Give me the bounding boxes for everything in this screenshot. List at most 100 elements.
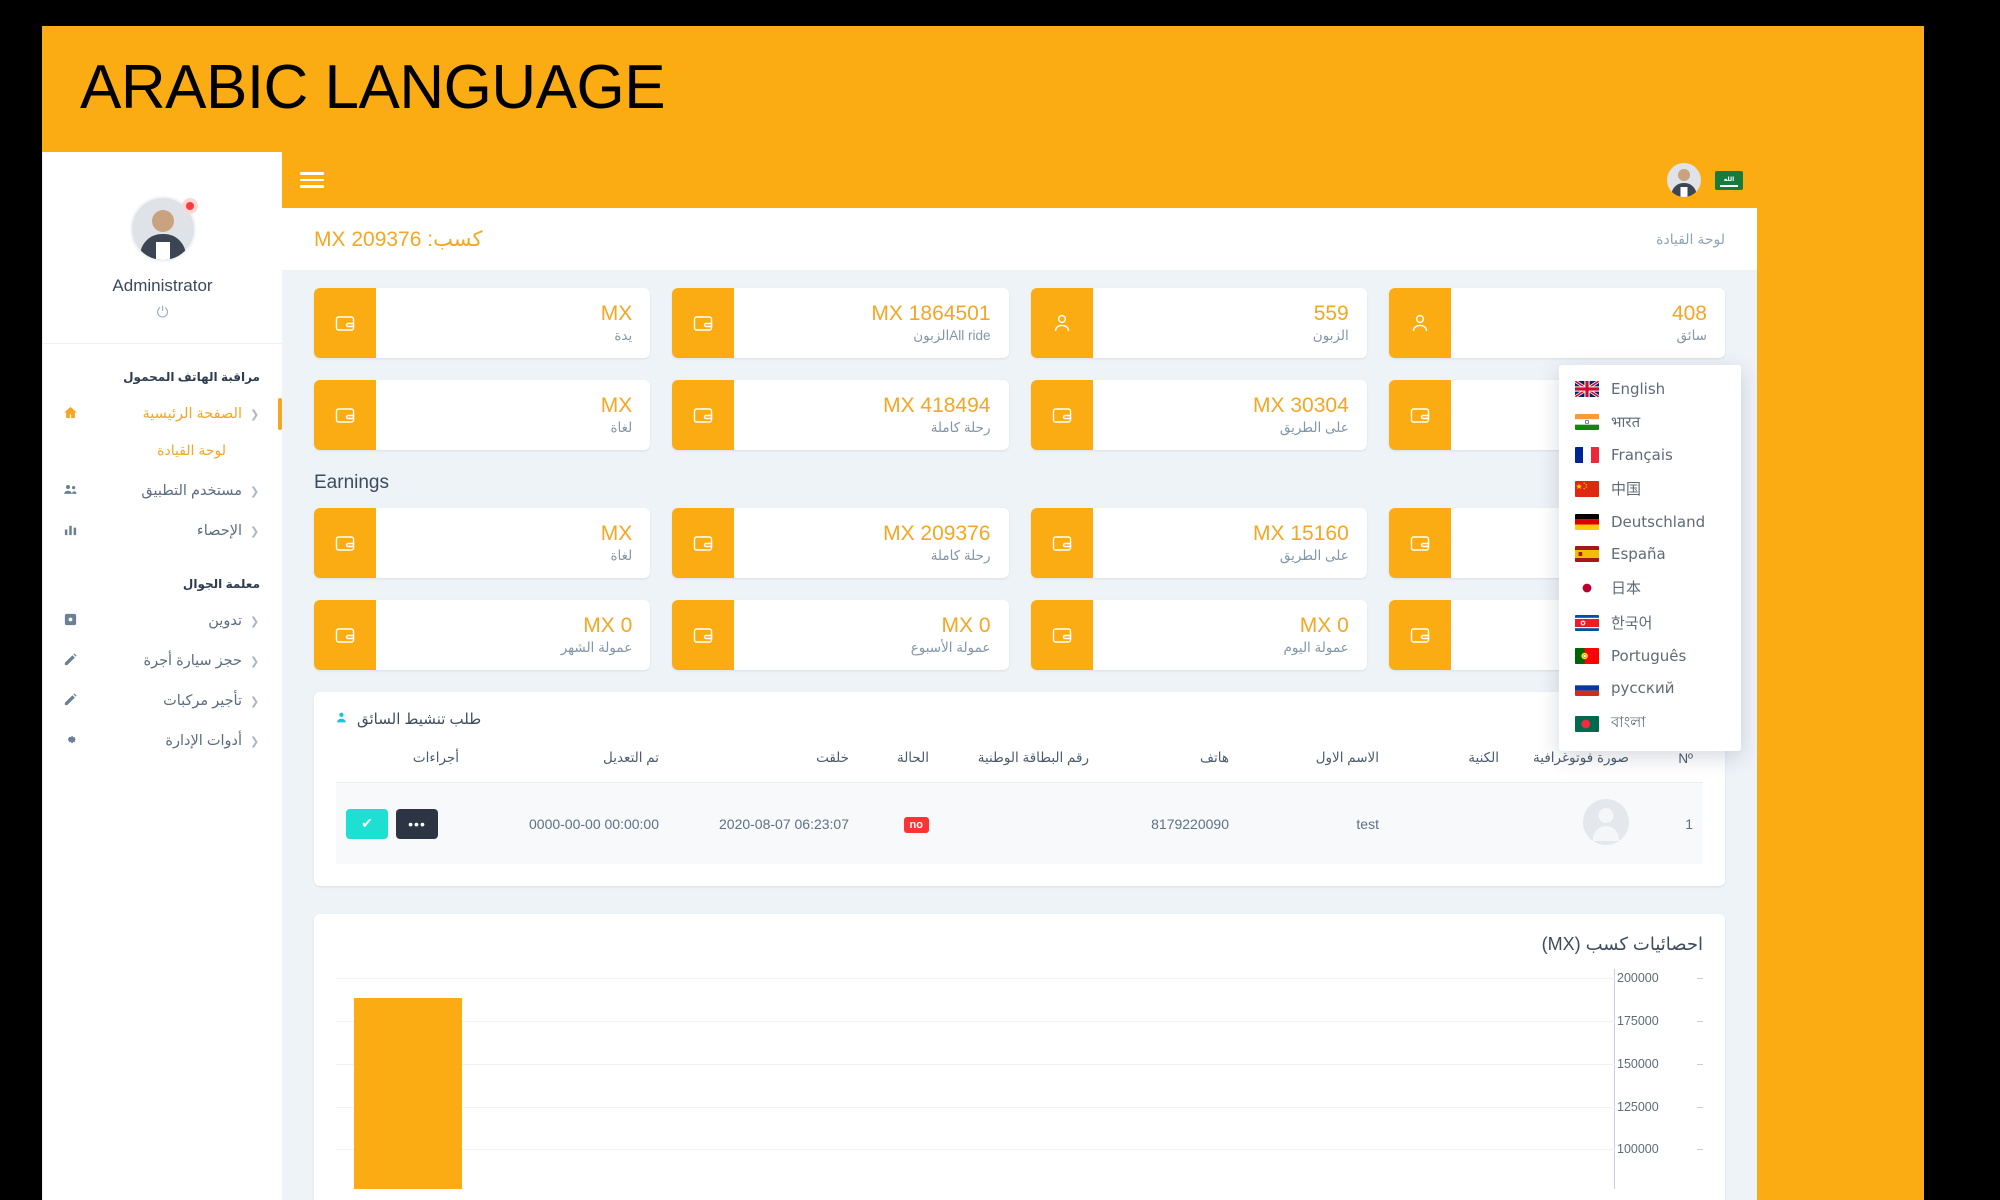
- stat-card-customers[interactable]: 559 الزبون: [1030, 288, 1367, 358]
- language-option-label: Deutschland: [1611, 513, 1706, 531]
- stat-label: لغاة: [610, 548, 633, 564]
- earning-card-commission-month[interactable]: MX 0 عمولة الشهر: [314, 600, 651, 670]
- language-option-label: Português: [1611, 647, 1687, 665]
- earnings-section-title: Earnings: [314, 472, 389, 493]
- sidebar-item-label: الصفحة الرئيسية: [142, 406, 242, 422]
- earning-card-commission-week[interactable]: MX 0 عمولة الأسبوع: [672, 600, 1009, 670]
- stat-label: على الطريق: [1279, 420, 1349, 436]
- language-option-spanish[interactable]: España: [1559, 538, 1741, 570]
- wallet-icon: [314, 288, 376, 358]
- avatar[interactable]: [129, 196, 198, 262]
- pencil-icon: [57, 652, 83, 670]
- chart-bar-icon: [57, 522, 83, 540]
- th-status[interactable]: الحالة: [859, 740, 939, 783]
- language-option-label: भारत: [1611, 413, 1641, 431]
- sidebar-item-label: أدوات الإدارة: [165, 733, 242, 749]
- language-option-label: 中国: [1611, 480, 1642, 498]
- language-option-chinese[interactable]: 中国: [1559, 471, 1741, 506]
- earnings-row-2: 0 sales بيع سائق اليم MX 0 عمولة اليوم: [314, 600, 1725, 670]
- language-dropdown-menu[interactable]: English भारत Français 中国 Deutschland Esp…: [1559, 365, 1741, 751]
- sidebar-item-taxi-booking[interactable]: حجز سيارة أجرة ❮: [43, 641, 282, 681]
- th-created[interactable]: خلقت: [669, 740, 859, 783]
- users-icon: [57, 482, 83, 500]
- language-option-japanese[interactable]: 日本: [1559, 570, 1741, 605]
- stat-label: الزبون: [1312, 328, 1349, 344]
- app-window: Administrator ⏻ مراقبة الهاتف المحمول ال…: [42, 152, 1757, 1200]
- online-status-dot: [181, 198, 198, 214]
- language-option-hindi[interactable]: भारत: [1559, 405, 1741, 439]
- table-header-row: Nº صورة فوتوغرافية الكنية الاسم الاول ها…: [336, 740, 1703, 783]
- hamburger-icon[interactable]: [300, 172, 324, 188]
- language-option-russian[interactable]: русский: [1559, 672, 1741, 704]
- stat-card-cancelled[interactable]: MX لغاة: [314, 380, 651, 450]
- sidebar-item-label: تدوين: [208, 613, 242, 629]
- th-actions[interactable]: أجراءات: [336, 740, 469, 783]
- stat-value: MX 0: [941, 613, 991, 637]
- sidebar-item-blog[interactable]: تدوين ❮: [43, 601, 282, 641]
- panel-title: طلب تنشيط السائق: [336, 710, 1703, 728]
- th-phone[interactable]: هاتف: [1099, 740, 1239, 783]
- main-region: الله كسب: MX 209376 لوحة القيادة 408 سائ…: [282, 152, 1757, 1200]
- sidebar-item-vehicle-rental[interactable]: تأجير مركبات ❮: [43, 681, 282, 721]
- sidebar-item-home[interactable]: الصفحة الرئيسية ❮: [43, 394, 282, 434]
- stat-card-all-ride[interactable]: MX 1864501 All rideالزبون: [672, 288, 1009, 358]
- language-option-korean[interactable]: 한국어: [1559, 605, 1741, 640]
- language-option-english[interactable]: English: [1559, 373, 1741, 405]
- chevron-icon: ❮: [250, 735, 260, 748]
- top-bar: الله: [282, 152, 1757, 208]
- flag-kp-icon: [1575, 614, 1599, 631]
- th-lastname[interactable]: الكنية: [1389, 740, 1509, 783]
- cell-created: 2020-08-07 06:23:07: [669, 782, 859, 864]
- language-option-bengali[interactable]: বাংলা: [1559, 704, 1741, 743]
- cell-phone: 8179220090: [1099, 782, 1239, 864]
- stat-value: 559: [1313, 301, 1349, 325]
- slide-canvas: ARABIC LANGUAGE Administrator ⏻ مراقبة ا…: [42, 26, 1924, 1200]
- approve-button[interactable]: ✔: [346, 808, 388, 839]
- stat-label: سائق: [1676, 328, 1707, 344]
- table-row[interactable]: 1 test 8179220090 no 2020-08-07 06:23:07…: [336, 782, 1703, 864]
- more-actions-button[interactable]: •••: [396, 808, 438, 839]
- breadcrumb[interactable]: لوحة القيادة: [1656, 231, 1725, 248]
- language-option-german[interactable]: Deutschland: [1559, 506, 1741, 538]
- content-scroll[interactable]: 408 سائق 559 الزبون MX 1864501 All rideا…: [282, 270, 1757, 1200]
- language-option-portuguese[interactable]: Português: [1559, 640, 1741, 672]
- sidebar-group-mobile-teacher: معلمة الجوال: [182, 577, 260, 591]
- th-firstname[interactable]: الاسم الاول: [1239, 740, 1389, 783]
- power-icon[interactable]: ⏻: [43, 304, 282, 321]
- earning-card-on-the-road[interactable]: MX 15160 على الطريق: [1030, 508, 1367, 578]
- topbar-avatar[interactable]: [1667, 163, 1701, 197]
- cell-status: no: [859, 782, 939, 864]
- sidebar-item-statistics[interactable]: الإحصاء ❮: [43, 511, 282, 551]
- chart-plot: [336, 969, 1615, 1189]
- stat-card-drivers[interactable]: 408 سائق: [1388, 288, 1725, 358]
- stat-label: رحلة كاملة: [930, 548, 991, 564]
- language-selector-flag-icon[interactable]: الله: [1715, 170, 1743, 190]
- stat-label: عمولة اليوم: [1283, 640, 1349, 656]
- earning-card-complete-trip[interactable]: MX 209376 رحلة كاملة: [672, 508, 1009, 578]
- user-add-icon: [336, 711, 349, 727]
- th-modified[interactable]: تم التعديل: [469, 740, 669, 783]
- language-option-french[interactable]: Français: [1559, 439, 1741, 471]
- blog-icon: [57, 612, 83, 630]
- chart-bar[interactable]: [354, 997, 462, 1189]
- earning-card-cancelled[interactable]: MX لغاة: [314, 508, 651, 578]
- user-icon: [1030, 288, 1093, 358]
- stat-card-complete-trip[interactable]: MX 418494 رحلة كاملة: [672, 380, 1009, 450]
- wallet-icon: [314, 508, 376, 578]
- earning-card-commission-today[interactable]: MX 0 عمولة اليوم: [1030, 600, 1367, 670]
- stat-value: MX 15160: [1253, 521, 1349, 545]
- wallet-icon: [1388, 600, 1451, 670]
- stat-value: MX: [600, 393, 633, 417]
- sidebar-subitem-dashboard[interactable]: لوحة القيادة: [43, 434, 282, 471]
- language-option-label: русский: [1611, 679, 1675, 697]
- wallet-icon: [1388, 508, 1451, 578]
- sidebar-item-admin-tools[interactable]: أدوات الإدارة ❮: [43, 721, 282, 761]
- stat-card-on-the-road[interactable]: MX 30304 على الطريق: [1030, 380, 1367, 450]
- flag-in-icon: [1575, 414, 1599, 430]
- sidebar-item-app-user[interactable]: مستخدم التطبيق ❮: [43, 471, 282, 511]
- th-national-id[interactable]: رقم البطاقة الوطنية: [939, 740, 1099, 783]
- language-option-label: 日本: [1611, 579, 1642, 597]
- stat-card-new[interactable]: MX يدة: [314, 288, 651, 358]
- home-icon: [57, 405, 83, 423]
- cell-modified: 0000-00-00 00:00:00: [469, 782, 669, 864]
